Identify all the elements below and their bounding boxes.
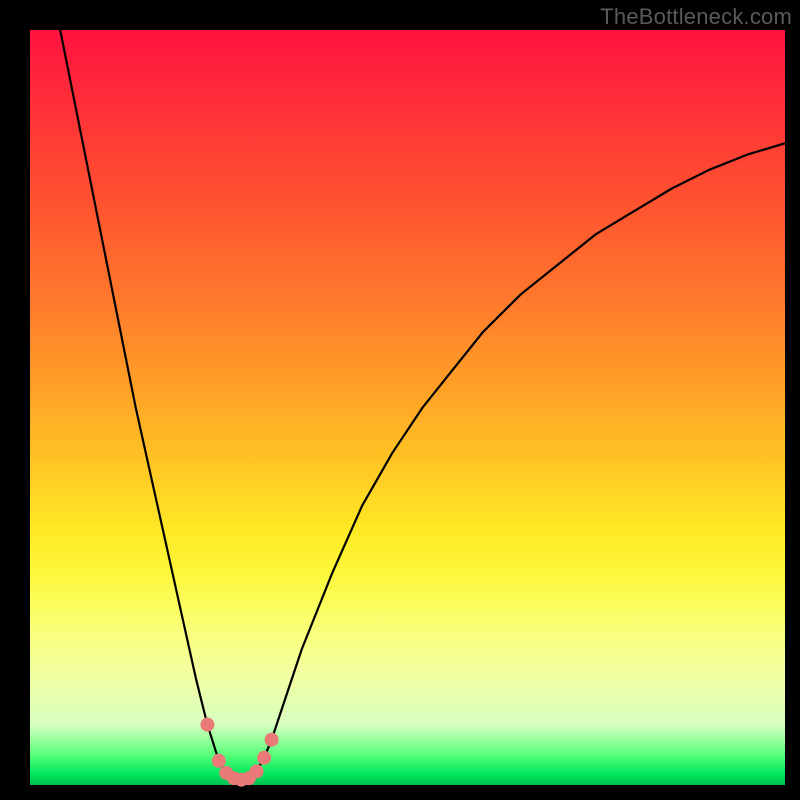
curve-marker-dot <box>250 764 264 778</box>
curve-minimum-markers <box>200 718 278 787</box>
chart-frame: TheBottleneck.com <box>0 0 800 800</box>
curve-marker-dot <box>257 751 271 765</box>
bottleneck-curve-line <box>60 30 785 780</box>
curve-marker-dot <box>265 733 279 747</box>
curve-marker-dot <box>212 754 226 768</box>
curve-marker-dot <box>200 718 214 732</box>
watermark-text: TheBottleneck.com <box>600 4 792 30</box>
bottleneck-curve-svg <box>30 30 785 785</box>
